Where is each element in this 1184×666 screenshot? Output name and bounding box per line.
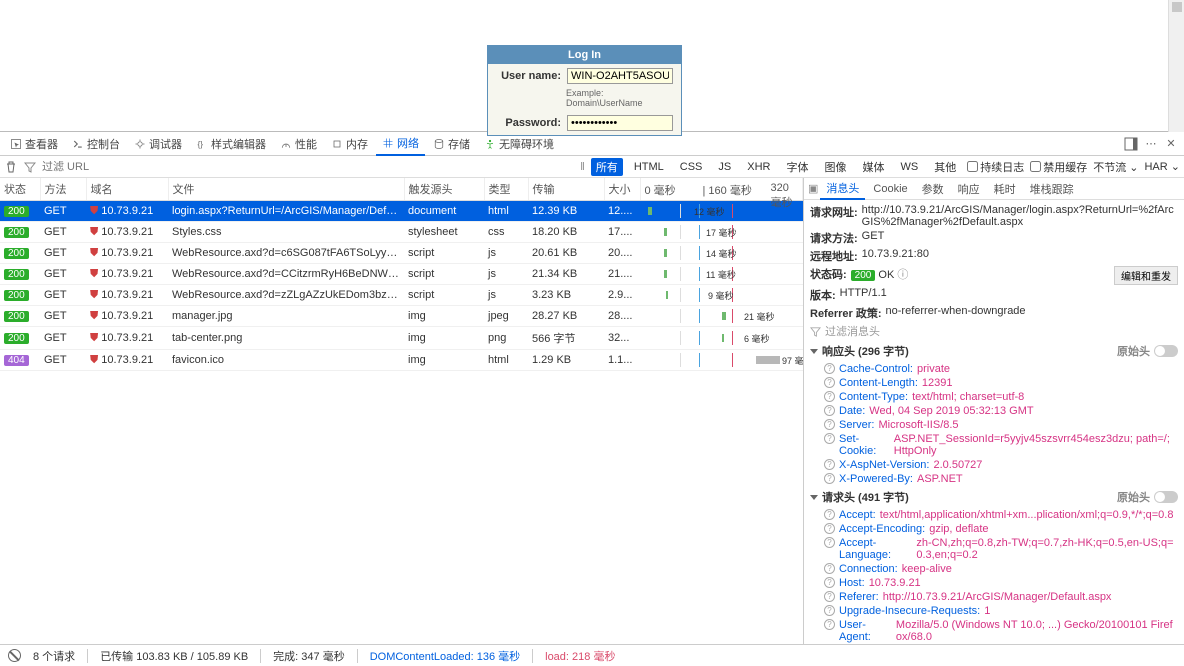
- filter-ws[interactable]: WS: [895, 160, 923, 174]
- header-row: ?Content-Type: text/html; charset=utf-8: [824, 391, 1178, 403]
- header-row: ?X-AspNet-Version: 2.0.50727: [824, 459, 1178, 471]
- username-input[interactable]: [567, 68, 673, 84]
- header-row: ?Accept-Encoding: gzip, deflate: [824, 523, 1178, 535]
- network-filter-bar: ‖ 所有 HTML CSS JS XHR 字体 图像 媒体 WS 其他 持续日志…: [0, 156, 1184, 178]
- detail-tab-stack[interactable]: 堆栈跟踪: [1024, 179, 1080, 199]
- dock-side-icon[interactable]: [1122, 135, 1140, 153]
- sb-requests: 8 个请求: [33, 648, 75, 664]
- tab-performance[interactable]: 性能: [274, 133, 323, 155]
- table-row[interactable]: 200GET⛊10.73.9.21tab-center.pngimgpng566…: [0, 327, 803, 350]
- header-row: ?Referer: http://10.73.9.21/ArcGIS/Manag…: [824, 591, 1178, 603]
- filter-media[interactable]: 媒体: [857, 158, 889, 176]
- filter-icon[interactable]: [24, 161, 36, 173]
- detail-tab-response[interactable]: 响应: [952, 179, 986, 199]
- filter-headers-input[interactable]: 过滤消息头: [825, 323, 880, 339]
- tab-storage[interactable]: 存储: [427, 133, 476, 155]
- filter-xhr[interactable]: XHR: [742, 160, 775, 174]
- username-label: User name:: [496, 70, 561, 82]
- detail-tab-params[interactable]: 参数: [916, 179, 950, 199]
- devtools: 查看器 控制台 调试器 {}样式编辑器 性能 内存 网络 存储 无障碍环境 ⋯ …: [0, 132, 1184, 666]
- sb-load: load: 218 毫秒: [545, 648, 615, 664]
- login-title: Log In: [488, 46, 681, 64]
- sb-transferred: 已传输 103.83 KB / 105.89 KB: [100, 648, 248, 664]
- header-row: ?Upgrade-Insecure-Requests: 1: [824, 605, 1178, 617]
- header-row: ?Set-Cookie: ASP.NET_SessionId=r5yyjv45s…: [824, 433, 1178, 457]
- sb-finish: 完成: 347 毫秒: [273, 648, 345, 664]
- detail-tab-timings[interactable]: 耗时: [988, 179, 1022, 199]
- col-method[interactable]: 方法: [40, 178, 86, 201]
- table-row[interactable]: 200GET⛊10.73.9.21WebResource.axd?d=zZLgA…: [0, 285, 803, 306]
- tab-debugger[interactable]: 调试器: [128, 133, 188, 155]
- request-details-panel: ▣ 消息头 Cookie 参数 响应 耗时 堆栈跟踪 请求网址:http://1…: [804, 178, 1184, 644]
- header-row: ?Content-Length: 12391: [824, 377, 1178, 389]
- detail-tab-headers[interactable]: 消息头: [820, 178, 865, 200]
- page-scrollbar[interactable]: [1168, 0, 1184, 132]
- raw-toggle[interactable]: [1154, 345, 1178, 357]
- svg-text:{}: {}: [198, 140, 204, 149]
- tab-console[interactable]: 控制台: [66, 133, 126, 155]
- filter-html[interactable]: HTML: [629, 160, 669, 174]
- header-row: ?X-Powered-By: ASP.NET: [824, 473, 1178, 485]
- detail-tab-cookies[interactable]: Cookie: [867, 181, 913, 197]
- table-row[interactable]: 200GET⛊10.73.9.21manager.jpgimgjpeg28.27…: [0, 306, 803, 327]
- filter-url-input[interactable]: [42, 161, 184, 173]
- close-icon[interactable]: ✕: [1162, 135, 1180, 153]
- learn-more-icon[interactable]: ⓘ: [897, 269, 908, 281]
- header-row: ?Server: Microsoft-IIS/8.5: [824, 419, 1178, 431]
- edit-resend-button[interactable]: 编辑和重发: [1114, 266, 1178, 285]
- filter-css[interactable]: CSS: [675, 160, 708, 174]
- col-initiator[interactable]: 触发源头: [404, 178, 484, 201]
- request-headers-section[interactable]: 请求头 (491 字节)原始头: [810, 489, 1178, 505]
- col-domain[interactable]: 域名: [86, 178, 168, 201]
- request-url: http://10.73.9.21/ArcGIS/Manager/login.a…: [862, 204, 1178, 228]
- header-row: ?Connection: keep-alive: [824, 563, 1178, 575]
- table-row[interactable]: 200GET⛊10.73.9.21Styles.cssstylesheetcss…: [0, 222, 803, 243]
- page-content: Log In User name: Example: Domain\UserNa…: [0, 0, 1184, 132]
- throttle-select[interactable]: 不节流 ⌄: [1093, 159, 1138, 175]
- header-row: ?Accept: text/html,application/xhtml+xm.…: [824, 509, 1178, 521]
- disable-cache[interactable]: 禁用缓存: [1030, 159, 1087, 175]
- header-row: ?Accept-Language: zh-CN,zh;q=0.8,zh-TW;q…: [824, 537, 1178, 561]
- filter-other[interactable]: 其他: [929, 158, 961, 176]
- header-row: ?Cache-Control: private: [824, 363, 1178, 375]
- tab-memory[interactable]: 内存: [325, 133, 374, 155]
- col-transferred[interactable]: 传输: [528, 178, 604, 201]
- filter-all[interactable]: 所有: [591, 158, 623, 176]
- login-form: Log In User name: Example: Domain\UserNa…: [487, 45, 682, 136]
- password-input[interactable]: [567, 115, 673, 131]
- table-row[interactable]: 404GET⛊10.73.9.21favicon.icoimghtml1.29 …: [0, 350, 803, 371]
- table-row[interactable]: 200GET⛊10.73.9.21WebResource.axd?d=c6SG0…: [0, 243, 803, 264]
- pause-icon[interactable]: ‖: [580, 161, 585, 173]
- network-table-panel: 状态 方法 域名 文件 触发源头 类型 传输 大小 0 毫秒 | 160 毫秒: [0, 178, 804, 644]
- status-bar: 8 个请求 已传输 103.83 KB / 105.89 KB 完成: 347 …: [0, 644, 1184, 666]
- table-row[interactable]: 200GET⛊10.73.9.21WebResource.axd?d=CCitz…: [0, 264, 803, 285]
- sb-dcl: DOMContentLoaded: 136 毫秒: [370, 648, 520, 664]
- header-row: ?Date: Wed, 04 Sep 2019 05:32:13 GMT: [824, 405, 1178, 417]
- username-example: Example: Domain\UserName: [488, 88, 681, 111]
- more-icon[interactable]: ⋯: [1142, 135, 1160, 153]
- col-file[interactable]: 文件: [168, 178, 404, 201]
- har-menu[interactable]: HAR ⌄: [1144, 160, 1180, 173]
- password-label: Password:: [496, 117, 561, 129]
- network-table: 状态 方法 域名 文件 触发源头 类型 传输 大小 0 毫秒 | 160 毫秒: [0, 178, 803, 371]
- col-size[interactable]: 大小: [604, 178, 640, 201]
- no-throttle-icon[interactable]: [8, 649, 21, 662]
- col-status[interactable]: 状态: [0, 178, 40, 201]
- col-type[interactable]: 类型: [484, 178, 528, 201]
- tab-network[interactable]: 网络: [376, 132, 425, 156]
- filter-img[interactable]: 图像: [819, 158, 851, 176]
- details-back-icon[interactable]: ▣: [808, 182, 818, 195]
- clear-icon[interactable]: [4, 160, 18, 174]
- filter-font[interactable]: 字体: [781, 158, 813, 176]
- header-row: ?Host: 10.73.9.21: [824, 577, 1178, 589]
- tab-inspector[interactable]: 查看器: [4, 133, 64, 155]
- col-waterfall[interactable]: 0 毫秒 | 160 毫秒 320 毫秒: [640, 178, 803, 201]
- persist-logs[interactable]: 持续日志: [967, 159, 1024, 175]
- response-headers-section[interactable]: 响应头 (296 字节)原始头: [810, 343, 1178, 359]
- raw-toggle[interactable]: [1154, 491, 1178, 503]
- header-row: ?User-Agent: Mozilla/5.0 (Windows NT 10.…: [824, 619, 1178, 643]
- tab-style[interactable]: {}样式编辑器: [190, 133, 272, 155]
- table-row[interactable]: 200GET⛊10.73.9.21login.aspx?ReturnUrl=/A…: [0, 201, 803, 222]
- filter-js[interactable]: JS: [713, 160, 736, 174]
